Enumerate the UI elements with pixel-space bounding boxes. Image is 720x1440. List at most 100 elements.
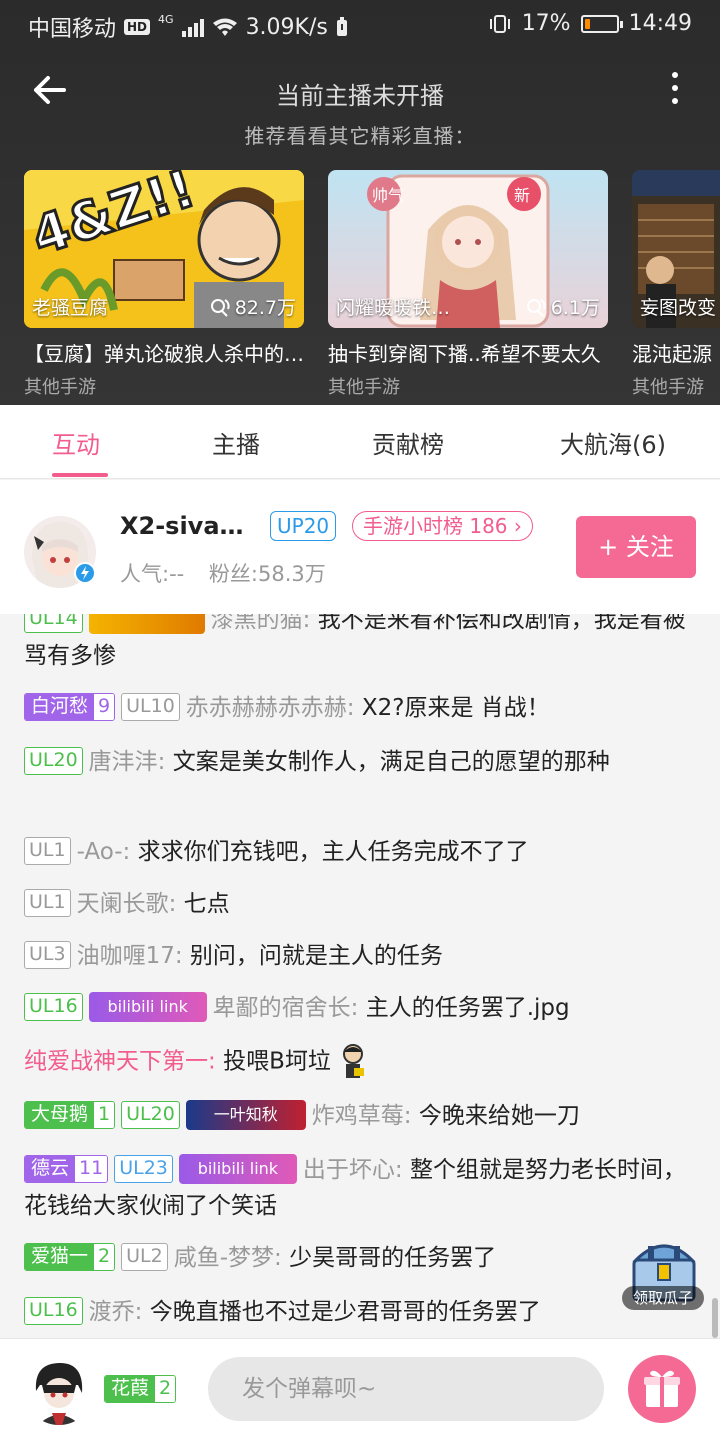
chat-message: 德云 11 UL23 bilibili link 出于坏心: 整个组就是努力老长时间，花… <box>24 1152 694 1224</box>
tab-anchor[interactable]: 主播 <box>212 425 260 460</box>
chevron-right-icon: › <box>513 514 522 538</box>
recommend-card[interactable]: 妄图改变 混沌起源 其他手游 <box>632 170 720 398</box>
chat-username[interactable]: 天阑长歌: <box>77 891 177 917</box>
more-menu-icon[interactable] <box>670 72 680 112</box>
recommend-list: 4&Z!! 老骚豆腐 82.7万 【豆腐】弹丸论破狼人杀中的狼人杀 其他手游 <box>24 170 720 400</box>
chat-username[interactable]: 油咖喱17: <box>77 943 183 969</box>
sticker-icon <box>343 1044 365 1078</box>
fans-count: 粉丝:58.3万 <box>208 562 326 586</box>
card-category: 其他手游 <box>24 377 96 398</box>
user-level-badge: UL2 <box>121 1242 168 1271</box>
card-title: 混沌起源 <box>632 342 712 366</box>
card-anchor-name: 妄图改变 <box>640 297 717 319</box>
card-viewers: 6.1万 <box>525 293 600 320</box>
user-level-badge: UL20 <box>121 1100 180 1129</box>
user-level-badge: UL1 <box>24 836 71 865</box>
follow-button[interactable]: + 关注 <box>576 516 696 578</box>
chat-message: UL1 天阑长歌: 七点 <box>24 886 694 922</box>
card-viewers-count: 6.1万 <box>550 297 600 319</box>
chat-scrollbar[interactable] <box>712 1298 718 1338</box>
card-tag-1: 帅气 <box>372 186 405 205</box>
gift-button[interactable] <box>628 1355 696 1423</box>
chat-message: UL16 渡乔: 今晚直播也不过是少君哥哥的任务罢了 <box>24 1294 694 1330</box>
anchor-name: X2-siva… <box>120 512 244 540</box>
fan-medal: 白河愁 9 <box>24 692 116 721</box>
medal-name: 大母鹅 <box>25 1101 95 1128</box>
chat-username[interactable]: 纯爱战神天下第一: <box>24 1049 216 1075</box>
tab-interaction[interactable]: 互动 <box>52 425 100 460</box>
vibrate-icon <box>489 14 510 33</box>
battery-percent: 17% <box>521 11 571 36</box>
card-category: 其他手游 <box>328 377 400 398</box>
medal-name: 花葭 <box>105 1376 156 1402</box>
chat-text: 投喂B坷垃 <box>223 1048 331 1075</box>
fan-medal: 德云 11 <box>24 1154 109 1183</box>
chest-label[interactable]: 领取瓜子 <box>622 1286 704 1310</box>
title-badge-icon <box>88 614 205 634</box>
chat-username[interactable]: 漆黑的猫: <box>211 614 311 633</box>
user-level-badge: UL14 <box>24 614 83 633</box>
user-level-badge: UL1 <box>24 888 71 917</box>
gift-icon <box>644 1370 680 1407</box>
chat-text: 求求你们充钱吧，主人任务完成不了了 <box>137 839 529 865</box>
tab-contribution[interactable]: 贡献榜 <box>372 425 444 460</box>
chat-message: UL20 唐沣沣: 文案是美女制作人，满足自己的愿望的那种 <box>24 744 694 780</box>
user-level-badge: UL23 <box>114 1154 173 1183</box>
user-level-badge: UL16 <box>24 992 83 1021</box>
chat-username[interactable]: -Ao-: <box>77 839 131 865</box>
hd-badge: HD <box>124 19 151 35</box>
recommend-card[interactable]: 帅气 新 闪耀暖暖铁… 6.1万 抽卡到穿阁下播..希望不要太久 其他手游 <box>328 170 608 398</box>
title-badge: bilibili link <box>178 1153 297 1184</box>
medal-level: 11 <box>75 1155 108 1182</box>
danmaku-input[interactable]: 发个弹幕呗~ <box>208 1357 604 1421</box>
chat-username[interactable]: 咸鱼-梦梦: <box>174 1245 282 1271</box>
chat-username[interactable]: 赤赤赫赫赤赤赫: <box>186 695 355 721</box>
tab-guard[interactable]: 大航海(6) <box>560 425 666 460</box>
chat-username[interactable]: 渡乔: <box>89 1299 143 1325</box>
fan-medal: 爱猫一 2 <box>24 1242 116 1271</box>
title-badge: bilibili link <box>88 991 207 1022</box>
title-badge: 一叶知秋 <box>185 1099 306 1130</box>
user-level-badge: UL3 <box>24 940 71 969</box>
viewers-icon <box>526 298 546 317</box>
card-thumbnail: 妄图改变 <box>632 170 720 328</box>
chat-message: 白河愁 9 UL10 赤赤赫赫赤赤赫: X2?原来是 肖战！ <box>24 690 694 726</box>
chat-list[interactable]: UL14 漆黑的猫: 我不是来看补偿和改剧情，我是看被骂有多惨 白河愁 9 UL10 赤… <box>0 614 720 1338</box>
chat-username[interactable]: 出于坏心: <box>303 1157 403 1183</box>
rank-badge[interactable]: 手游小时榜 186 › <box>352 511 533 541</box>
bottom-bar: 花葭 2 发个弹幕呗~ <box>0 1338 720 1440</box>
card-category: 其他手游 <box>632 377 704 398</box>
chat-text: 今晚直播也不过是少君哥哥的任务罢了 <box>149 1299 541 1325</box>
status-bar: 中国移动 HD 4G 3.09K/s 17% 14:49 <box>0 0 720 50</box>
network-type: 4G <box>158 12 174 26</box>
chat-text: 今晚来给她一刀 <box>418 1103 580 1129</box>
chat-username[interactable]: 唐沣沣: <box>89 749 166 775</box>
anchor-stats: 人气:-- 粉丝:58.3万 <box>120 558 326 588</box>
clock: 14:49 <box>628 11 692 36</box>
chat-text: X2?原来是 肖战！ <box>361 695 550 721</box>
signal-icon <box>181 17 204 37</box>
medal-level: 2 <box>94 1243 115 1270</box>
medal-level: 9 <box>94 693 115 720</box>
chat-username[interactable]: 卑鄙的宿舍长: <box>213 995 359 1021</box>
user-level-badge: UL10 <box>121 692 180 721</box>
medal-level: 2 <box>155 1376 176 1402</box>
card-thumbnail: 帅气 新 闪耀暖暖铁… 6.1万 <box>328 170 608 328</box>
user-level-badge: UL20 <box>24 746 83 775</box>
page-title: 当前主播未开播 <box>276 82 444 110</box>
card-viewers-count: 82.7万 <box>234 297 296 319</box>
chat-message: UL14 漆黑的猫: 我不是来看补偿和改剧情，我是看被骂有多惨 <box>24 614 694 674</box>
recommend-header: 中国移动 HD 4G 3.09K/s 17% 14:49 当前主播未开播 推荐看… <box>0 0 720 405</box>
nav-bar: 当前主播未开播 推荐看看其它精彩直播： <box>0 60 720 160</box>
chat-text: 文案是美女制作人，满足自己的愿望的那种 <box>172 749 610 775</box>
battery-icon <box>580 14 623 33</box>
net-speed: 3.09K/s <box>245 14 328 40</box>
card-title: 抽卡到穿阁下播..希望不要太久 <box>328 342 601 366</box>
chat-username[interactable]: 炸鸡草莓: <box>312 1103 412 1129</box>
chat-text: 七点 <box>183 891 230 917</box>
user-avatar[interactable] <box>24 1355 94 1425</box>
fan-medal: 大母鹅 1 <box>24 1100 116 1129</box>
recommend-card[interactable]: 4&Z!! 老骚豆腐 82.7万 【豆腐】弹丸论破狼人杀中的狼人杀 其他手游 <box>24 170 304 398</box>
viewers-icon <box>210 298 230 317</box>
chat-text: 别问，问就是主人的任务 <box>189 943 443 969</box>
